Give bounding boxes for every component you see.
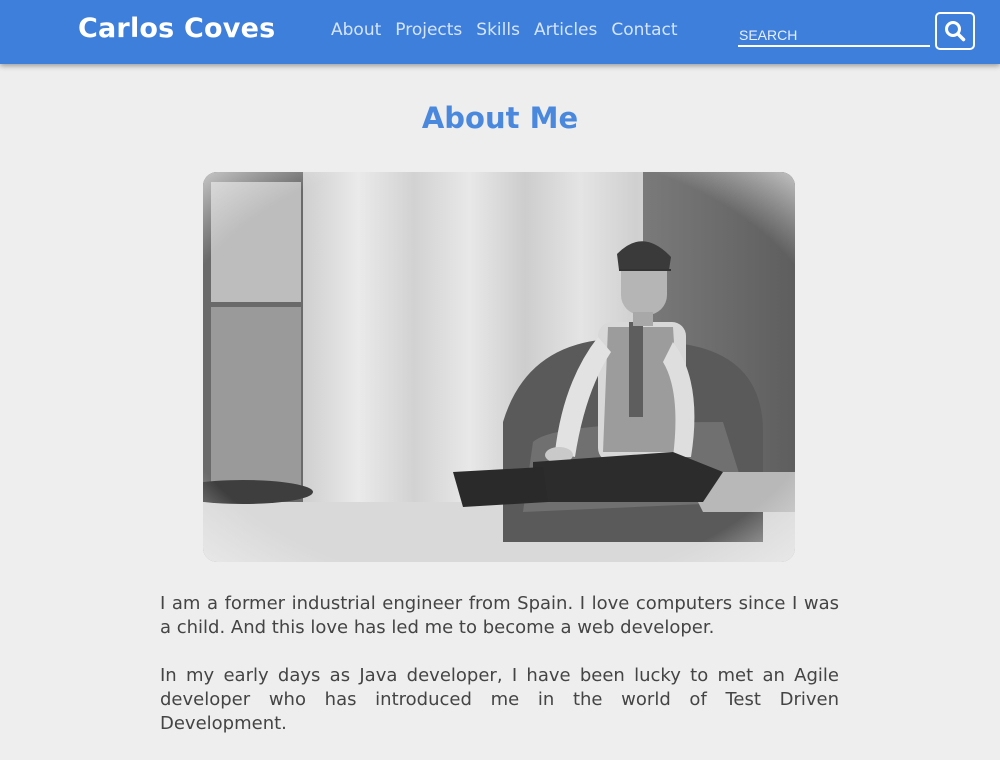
profile-photo [203,172,795,562]
search-input[interactable] [738,25,930,47]
about-page: About Me I am a former industrial engine… [0,64,1000,734]
nav-link-skills[interactable]: Skills [474,20,522,40]
bio-text: I am a former industrial engineer from S… [160,592,839,760]
nav-link-about[interactable]: About [329,20,383,40]
bio-paragraph: In my early days as Java developer, I ha… [160,665,839,734]
search-button[interactable] [935,12,975,50]
profile-photo-image [203,172,795,562]
search-form [738,25,930,47]
nav-link-projects[interactable]: Projects [393,20,464,40]
bio-paragraph: I am a former industrial engineer from S… [160,593,839,638]
nav-link-contact[interactable]: Contact [609,20,679,40]
top-navbar: Carlos Coves About Projects Skills Artic… [0,0,1000,64]
brand-logo-link[interactable]: Carlos Coves [78,13,275,44]
main-nav: About Projects Skills Articles Contact [329,20,680,40]
search-icon [945,21,966,42]
page-title: About Me [421,101,579,135]
nav-link-articles[interactable]: Articles [532,20,599,40]
